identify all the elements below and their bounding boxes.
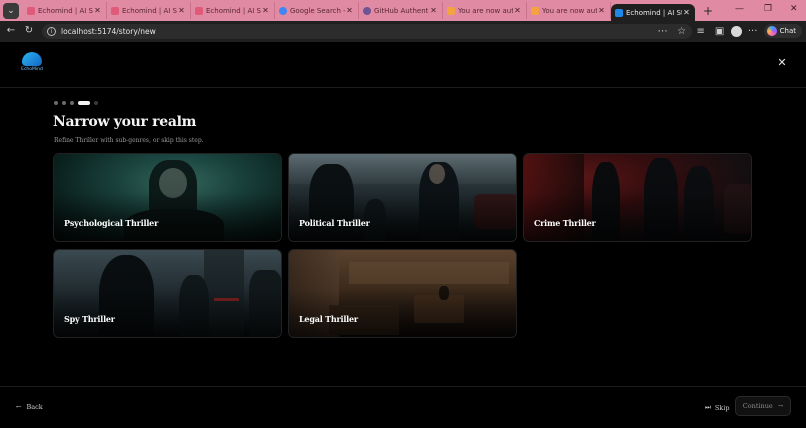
- skip-button[interactable]: ⏭ Skip: [705, 403, 730, 412]
- address-bar-url[interactable]: localhost:5174/story/new: [61, 27, 156, 36]
- tab-favicon-icon: [615, 8, 623, 17]
- browser-tab[interactable]: Google Search - Tu ✕: [275, 2, 359, 19]
- tab-close-icon[interactable]: ✕: [93, 6, 102, 15]
- tab-favicon-icon: [111, 6, 119, 15]
- tab-close-icon[interactable]: ✕: [682, 8, 691, 17]
- favorite-star-icon[interactable]: ☆: [674, 26, 690, 37]
- tab-title: You are now authe: [458, 6, 513, 15]
- window-close-icon[interactable]: ✕: [790, 4, 798, 14]
- step-dot: [70, 101, 74, 105]
- genre-card-label: Political Thriller: [299, 218, 370, 228]
- continue-button[interactable]: Continue →: [735, 396, 791, 416]
- browser-toolbar: ← ↻ i localhost:5174/story/new ⋯ ☆ ≡ ▣ ·…: [0, 21, 806, 42]
- tab-actions-menu-icon[interactable]: ⌄: [3, 2, 19, 19]
- arrow-right-icon: →: [777, 402, 784, 410]
- browser-tab[interactable]: Echomind | AI Story ✕: [23, 2, 107, 19]
- genre-card-political[interactable]: Political Thriller: [288, 153, 517, 242]
- restore-icon[interactable]: ❐: [764, 4, 772, 14]
- genre-card-label: Legal Thriller: [299, 314, 358, 324]
- site-info-icon[interactable]: i: [47, 27, 56, 36]
- continue-button-label: Continue: [742, 402, 773, 410]
- more-actions-icon[interactable]: ⋯: [655, 26, 671, 37]
- arrow-left-icon: ←: [16, 403, 22, 411]
- tab-title: You are now authe: [542, 6, 597, 15]
- tab-close-icon[interactable]: ✕: [597, 6, 606, 15]
- step-progress: [54, 101, 98, 105]
- tab-favicon-icon: [531, 6, 539, 15]
- step-dot: [54, 101, 58, 105]
- tab-title: Echomind | AI Story: [122, 6, 177, 15]
- genre-card-psychological[interactable]: Psychological Thriller: [53, 153, 282, 242]
- tab-title: Google Search - Tu: [290, 6, 345, 15]
- browser-tab[interactable]: You are now authe ✕: [527, 2, 611, 19]
- copilot-chat-button[interactable]: Chat: [763, 24, 802, 38]
- tab-close-icon[interactable]: ✕: [345, 6, 354, 15]
- toolbar-right-actions: ⋯ ☆ ≡ ▣ ··· Chat: [655, 24, 802, 38]
- minimize-icon[interactable]: —: [735, 4, 744, 14]
- app-header: EchoMind ✕: [0, 42, 806, 88]
- back-button-label: Back: [26, 403, 43, 411]
- browser-tab[interactable]: Echomind | AI Story ✕: [191, 2, 275, 19]
- tab-close-icon[interactable]: ✕: [177, 6, 186, 15]
- genre-card-crime[interactable]: Crime Thriller: [523, 153, 752, 242]
- page-viewport: EchoMind ✕ Narrow your realm Refine Thri…: [0, 42, 806, 428]
- tab-favicon-icon: [447, 6, 455, 15]
- wizard-footer: ← Back ⏭ Skip Continue →: [0, 386, 806, 428]
- tab-title: Echomind | AI Story: [626, 8, 682, 17]
- browser-tab-strip: ⌄ Echomind | AI Story ✕ Echomind | AI St…: [0, 0, 806, 21]
- tab-close-icon[interactable]: ✕: [513, 6, 522, 15]
- collections-icon[interactable]: ▣: [712, 26, 728, 37]
- browser-tab[interactable]: GitHub Authenticat ✕: [359, 2, 443, 19]
- address-bar[interactable]: i localhost:5174/story/new: [42, 24, 692, 39]
- skip-forward-icon: ⏭: [705, 403, 711, 411]
- step-dot: [94, 101, 98, 105]
- tab-title: GitHub Authenticat: [374, 6, 429, 15]
- tab-favicon-icon: [363, 6, 371, 15]
- profile-avatar[interactable]: [730, 25, 742, 37]
- back-arrow-icon[interactable]: ←: [3, 25, 19, 36]
- settings-menu-icon[interactable]: ···: [745, 26, 761, 37]
- genre-card-label: Psychological Thriller: [64, 218, 159, 228]
- genre-card-legal[interactable]: Legal Thriller: [288, 249, 517, 338]
- tab-close-icon[interactable]: ✕: [429, 6, 438, 15]
- browser-tab[interactable]: Echomind | AI Story ✕: [107, 2, 191, 19]
- genre-card-spy[interactable]: Spy Thriller: [53, 249, 282, 338]
- browser-tab-active[interactable]: Echomind | AI Story ✕: [611, 4, 695, 21]
- page-subtitle: Refine Thriller with sub-genres, or skip…: [54, 137, 204, 144]
- reload-icon[interactable]: ↻: [21, 25, 37, 36]
- page-title: Narrow your realm: [53, 114, 197, 130]
- echomind-logo[interactable]: EchoMind: [18, 52, 46, 78]
- genre-card-label: Spy Thriller: [64, 314, 115, 324]
- tab-title: Echomind | AI Story: [206, 6, 261, 15]
- step-dot: [62, 101, 66, 105]
- favorites-list-icon[interactable]: ≡: [693, 26, 709, 37]
- skip-button-label: Skip: [714, 403, 730, 412]
- tab-title: Echomind | AI Story: [38, 6, 93, 15]
- chat-button-label: Chat: [779, 27, 796, 35]
- new-tab-plus-icon[interactable]: +: [701, 4, 715, 18]
- genre-card-label: Crime Thriller: [534, 218, 596, 228]
- tab-close-icon[interactable]: ✕: [261, 6, 270, 15]
- close-icon[interactable]: ✕: [776, 57, 788, 69]
- back-button[interactable]: ← Back: [16, 403, 43, 411]
- step-dot-current: [78, 101, 90, 105]
- browser-tab[interactable]: You are now authe ✕: [443, 2, 527, 19]
- tab-favicon-icon: [195, 6, 203, 15]
- copilot-icon: [766, 26, 777, 36]
- logo-mark-icon: [22, 52, 42, 66]
- tab-favicon-icon: [279, 6, 287, 15]
- tab-favicon-icon: [27, 6, 35, 15]
- logo-wordmark: EchoMind: [21, 67, 43, 72]
